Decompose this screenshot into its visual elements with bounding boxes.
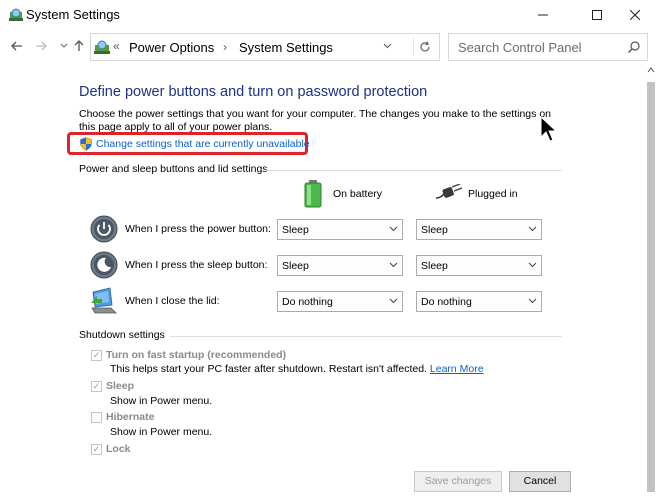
chevron-down-icon <box>528 297 537 307</box>
select-value: Sleep <box>282 260 309 272</box>
lock-checkbox[interactable]: ✓ <box>91 444 102 455</box>
sleep-button-plugged-select[interactable]: Sleep <box>416 255 542 276</box>
power-button-label: When I press the power button: <box>125 223 271 235</box>
on-battery-label: On battery <box>333 188 383 200</box>
select-value: Do nothing <box>421 296 472 308</box>
hibernate-checkbox[interactable] <box>91 412 102 423</box>
power-button-plugged-select[interactable]: Sleep <box>416 219 542 240</box>
shutdown-section-title: Shutdown settings <box>79 329 165 341</box>
maximize-icon <box>592 10 602 20</box>
fast-startup-checkbox[interactable]: ✓ <box>91 350 102 361</box>
control-panel-app-icon <box>9 8 23 21</box>
arrow-left-icon <box>11 41 22 51</box>
save-changes-button[interactable]: Save changes <box>414 471 502 492</box>
page-title: Define power buttons and turn on passwor… <box>79 84 428 100</box>
laptop-lid-icon <box>91 287 117 314</box>
close-button[interactable] <box>612 0 658 30</box>
refresh-button[interactable] <box>413 38 435 56</box>
uac-shield-icon <box>80 137 92 151</box>
fast-startup-description-text: This helps start your PC faster after sh… <box>110 363 427 375</box>
sleep-button-battery-select[interactable]: Sleep <box>277 255 403 276</box>
page-description: Choose the power settings that you want … <box>79 108 551 133</box>
power-button-icon <box>90 215 118 243</box>
search-placeholder[interactable]: Search Control Panel <box>458 40 582 55</box>
select-value: Do nothing <box>282 296 333 308</box>
change-unavailable-settings-link[interactable]: Change settings that are currently unava… <box>96 138 310 150</box>
sleep-description: Show in Power menu. <box>110 395 213 407</box>
breadcrumb-separator[interactable]: › <box>223 40 227 54</box>
chevron-down-icon <box>389 261 398 271</box>
lock-label: Lock <box>106 443 131 455</box>
sleep-label: Sleep <box>106 380 135 392</box>
control-panel-icon <box>94 40 110 54</box>
scroll-thumb[interactable] <box>647 82 655 492</box>
hibernate-label: Hibernate <box>106 411 155 423</box>
window-title: System Settings <box>26 7 120 22</box>
refresh-icon <box>419 41 430 52</box>
address-bar[interactable]: « Power Options › System Settings <box>90 33 440 61</box>
sleep-checkbox[interactable]: ✓ <box>91 381 102 392</box>
chevron-down-icon <box>528 225 537 235</box>
fast-startup-description: This helps start your PC faster after sh… <box>110 363 484 375</box>
cancel-button[interactable]: Cancel <box>509 471 571 492</box>
sleep-button-label: When I press the sleep button: <box>125 259 268 271</box>
select-value: Sleep <box>282 224 309 236</box>
scroll-up-button[interactable] <box>644 66 658 78</box>
chevron-up-icon <box>647 67 655 73</box>
power-section-title: Power and sleep buttons and lid settings <box>79 163 268 175</box>
power-button-battery-select[interactable]: Sleep <box>277 219 403 240</box>
plugged-in-label: Plugged in <box>468 188 518 200</box>
battery-icon <box>304 180 322 208</box>
sleep-button-icon <box>90 251 118 279</box>
chevron-down-icon <box>389 225 398 235</box>
minimize-button[interactable] <box>520 0 566 30</box>
power-plug-icon <box>435 184 463 199</box>
minimize-icon <box>538 14 548 16</box>
arrow-up-icon <box>74 40 84 51</box>
back-button[interactable] <box>10 39 24 53</box>
close-lid-label: When I close the lid: <box>125 295 220 307</box>
vertical-scrollbar[interactable] <box>644 64 658 500</box>
arrow-right-icon <box>36 41 47 51</box>
title-bar: System Settings <box>0 0 658 30</box>
close-icon <box>630 10 640 20</box>
close-lid-battery-select[interactable]: Do nothing <box>277 291 403 312</box>
chevron-down-icon <box>528 261 537 271</box>
address-overflow-chevron[interactable]: « <box>113 39 120 53</box>
fast-startup-label: Turn on fast startup (recommended) <box>106 349 287 361</box>
section-divider <box>266 170 562 171</box>
chevron-down-icon <box>383 43 392 49</box>
chevron-down-icon <box>60 43 68 48</box>
address-dropdown-button[interactable] <box>383 42 392 52</box>
forward-button[interactable] <box>34 39 48 53</box>
close-lid-plugged-select[interactable]: Do nothing <box>416 291 542 312</box>
search-box[interactable]: Search Control Panel <box>448 33 648 61</box>
breadcrumb-system-settings[interactable]: System Settings <box>239 40 333 55</box>
mouse-cursor-icon <box>540 116 558 142</box>
select-value: Sleep <box>421 224 448 236</box>
up-button[interactable] <box>72 39 86 53</box>
learn-more-link[interactable]: Learn More <box>430 363 484 375</box>
recent-locations-button[interactable] <box>57 39 71 53</box>
select-value: Sleep <box>421 260 448 272</box>
chevron-down-icon <box>389 297 398 307</box>
main-content: Define power buttons and turn on passwor… <box>0 64 644 500</box>
section-divider <box>170 336 562 337</box>
breadcrumb-power-options[interactable]: Power Options <box>129 40 214 55</box>
hibernate-description: Show in Power menu. <box>110 426 213 438</box>
search-icon[interactable] <box>627 40 641 54</box>
navigation-bar: « Power Options › System Settings Search… <box>0 30 658 64</box>
